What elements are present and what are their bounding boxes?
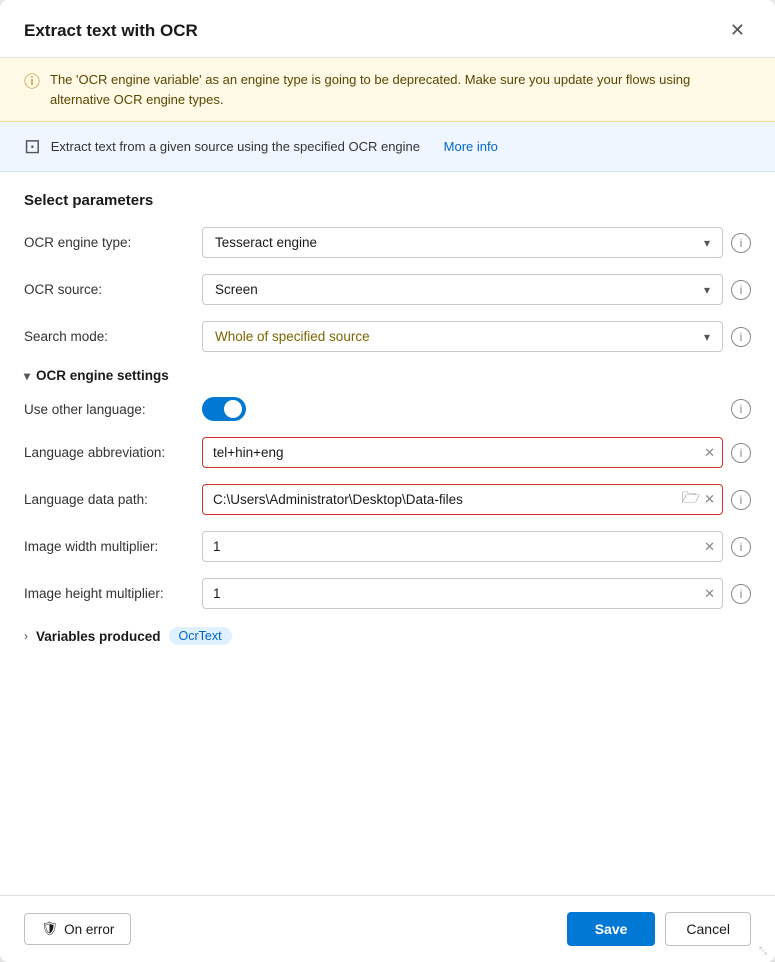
ocr-engine-type-info-icon[interactable]: i [731, 233, 751, 253]
ocr-engine-type-value: Tesseract engine [215, 235, 317, 250]
warning-icon: ⓘ [24, 71, 40, 95]
footer-right: Save Cancel [567, 912, 751, 946]
cancel-button[interactable]: Cancel [665, 912, 751, 946]
language-data-path-row: Language data path: 🗁 ✕ i [24, 484, 751, 515]
ocr-source-label: OCR source: [24, 282, 194, 297]
search-mode-info-icon[interactable]: i [731, 327, 751, 347]
ocr-text-badge: OcrText [169, 627, 232, 645]
close-button[interactable]: ✕ [724, 18, 751, 43]
language-abbreviation-label: Language abbreviation: [24, 445, 194, 460]
variables-header[interactable]: › Variables produced OcrText [24, 627, 751, 645]
ocr-engine-type-control: Tesseract engine ▾ i [202, 227, 751, 258]
variables-label: Variables produced [36, 629, 161, 644]
image-height-multiplier-control: ✕ i [202, 578, 751, 609]
search-mode-dropdown[interactable]: Whole of specified source ▾ [202, 321, 723, 352]
shield-icon: 🛡 [41, 921, 58, 937]
image-width-multiplier-control: ✕ i [202, 531, 751, 562]
language-data-path-clear-icon[interactable]: ✕ [704, 492, 715, 508]
warning-text: The 'OCR engine variable' as an engine t… [50, 70, 751, 109]
image-height-multiplier-input[interactable] [202, 578, 723, 609]
save-button[interactable]: Save [567, 912, 656, 946]
info-banner-text: Extract text from a given source using t… [51, 139, 420, 154]
image-height-multiplier-input-wrapper: ✕ [202, 578, 723, 609]
language-abbreviation-control: ✕ i [202, 437, 751, 468]
dialog-body: Select parameters OCR engine type: Tesse… [0, 172, 775, 895]
search-mode-row: Search mode: Whole of specified source ▾… [24, 321, 751, 352]
search-mode-value: Whole of specified source [215, 329, 370, 344]
ocr-source-row: OCR source: Screen ▾ i [24, 274, 751, 305]
chevron-down-icon: ▾ [704, 330, 710, 344]
folder-icon[interactable]: 🗁 [681, 487, 700, 512]
dialog-footer: 🛡 On error Save Cancel [0, 895, 775, 962]
image-height-multiplier-info-icon[interactable]: i [731, 584, 751, 604]
dialog: Extract text with OCR ✕ ⓘ The 'OCR engin… [0, 0, 775, 962]
ocr-source-value: Screen [215, 282, 258, 297]
language-abbreviation-info-icon[interactable]: i [731, 443, 751, 463]
use-other-language-control: i [202, 397, 751, 421]
image-width-multiplier-clear-icon[interactable]: ✕ [704, 539, 715, 555]
search-mode-control: Whole of specified source ▾ i [202, 321, 751, 352]
language-data-path-info-icon[interactable]: i [731, 490, 751, 510]
on-error-button[interactable]: 🛡 On error [24, 913, 131, 945]
image-height-multiplier-row: Image height multiplier: ✕ i [24, 578, 751, 609]
language-abbreviation-row: Language abbreviation: ✕ i [24, 437, 751, 468]
dialog-title: Extract text with OCR [24, 21, 198, 41]
ocr-engine-type-dropdown[interactable]: Tesseract engine ▾ [202, 227, 723, 258]
chevron-down-icon: ▾ [704, 283, 710, 297]
ocr-engine-type-label: OCR engine type: [24, 235, 194, 250]
more-info-link[interactable]: More info [444, 139, 498, 154]
chevron-down-icon: ▾ [24, 369, 30, 383]
on-error-label: On error [64, 922, 114, 937]
image-height-multiplier-clear-icon[interactable]: ✕ [704, 586, 715, 602]
resize-handle[interactable]: ⤡ [759, 946, 771, 958]
ocr-engine-settings-label: OCR engine settings [36, 368, 169, 383]
use-other-language-info-icon[interactable]: i [731, 399, 751, 419]
ocr-source-control: Screen ▾ i [202, 274, 751, 305]
image-width-multiplier-row: Image width multiplier: ✕ i [24, 531, 751, 562]
variables-section: › Variables produced OcrText [24, 627, 751, 645]
use-other-language-row: Use other language: i [24, 397, 751, 421]
use-other-language-label: Use other language: [24, 402, 194, 417]
ocr-icon: ⊡ [24, 134, 41, 159]
image-width-multiplier-input[interactable] [202, 531, 723, 562]
language-data-path-input[interactable] [202, 484, 723, 515]
language-data-path-control: 🗁 ✕ i [202, 484, 751, 515]
search-mode-label: Search mode: [24, 329, 194, 344]
info-banner: ⊡ Extract text from a given source using… [0, 122, 775, 172]
image-width-multiplier-label: Image width multiplier: [24, 539, 194, 554]
image-width-multiplier-input-wrapper: ✕ [202, 531, 723, 562]
section-title: Select parameters [24, 192, 751, 209]
ocr-engine-settings-section: ▾ OCR engine settings Use other language… [24, 368, 751, 609]
language-data-path-label: Language data path: [24, 492, 194, 507]
chevron-right-icon: › [24, 629, 28, 643]
dialog-header: Extract text with OCR ✕ [0, 0, 775, 58]
language-data-path-input-wrapper: 🗁 ✕ [202, 484, 723, 515]
language-abbreviation-input[interactable] [202, 437, 723, 468]
ocr-source-info-icon[interactable]: i [731, 280, 751, 300]
ocr-source-dropdown[interactable]: Screen ▾ [202, 274, 723, 305]
warning-banner: ⓘ The 'OCR engine variable' as an engine… [0, 58, 775, 122]
use-other-language-toggle[interactable] [202, 397, 246, 421]
language-abbreviation-clear-icon[interactable]: ✕ [704, 445, 715, 461]
ocr-engine-settings-header[interactable]: ▾ OCR engine settings [24, 368, 751, 383]
language-abbreviation-input-wrapper: ✕ [202, 437, 723, 468]
ocr-engine-type-row: OCR engine type: Tesseract engine ▾ i [24, 227, 751, 258]
image-height-multiplier-label: Image height multiplier: [24, 586, 194, 601]
language-data-path-icons: 🗁 ✕ [681, 487, 715, 512]
image-width-multiplier-info-icon[interactable]: i [731, 537, 751, 557]
chevron-down-icon: ▾ [704, 236, 710, 250]
